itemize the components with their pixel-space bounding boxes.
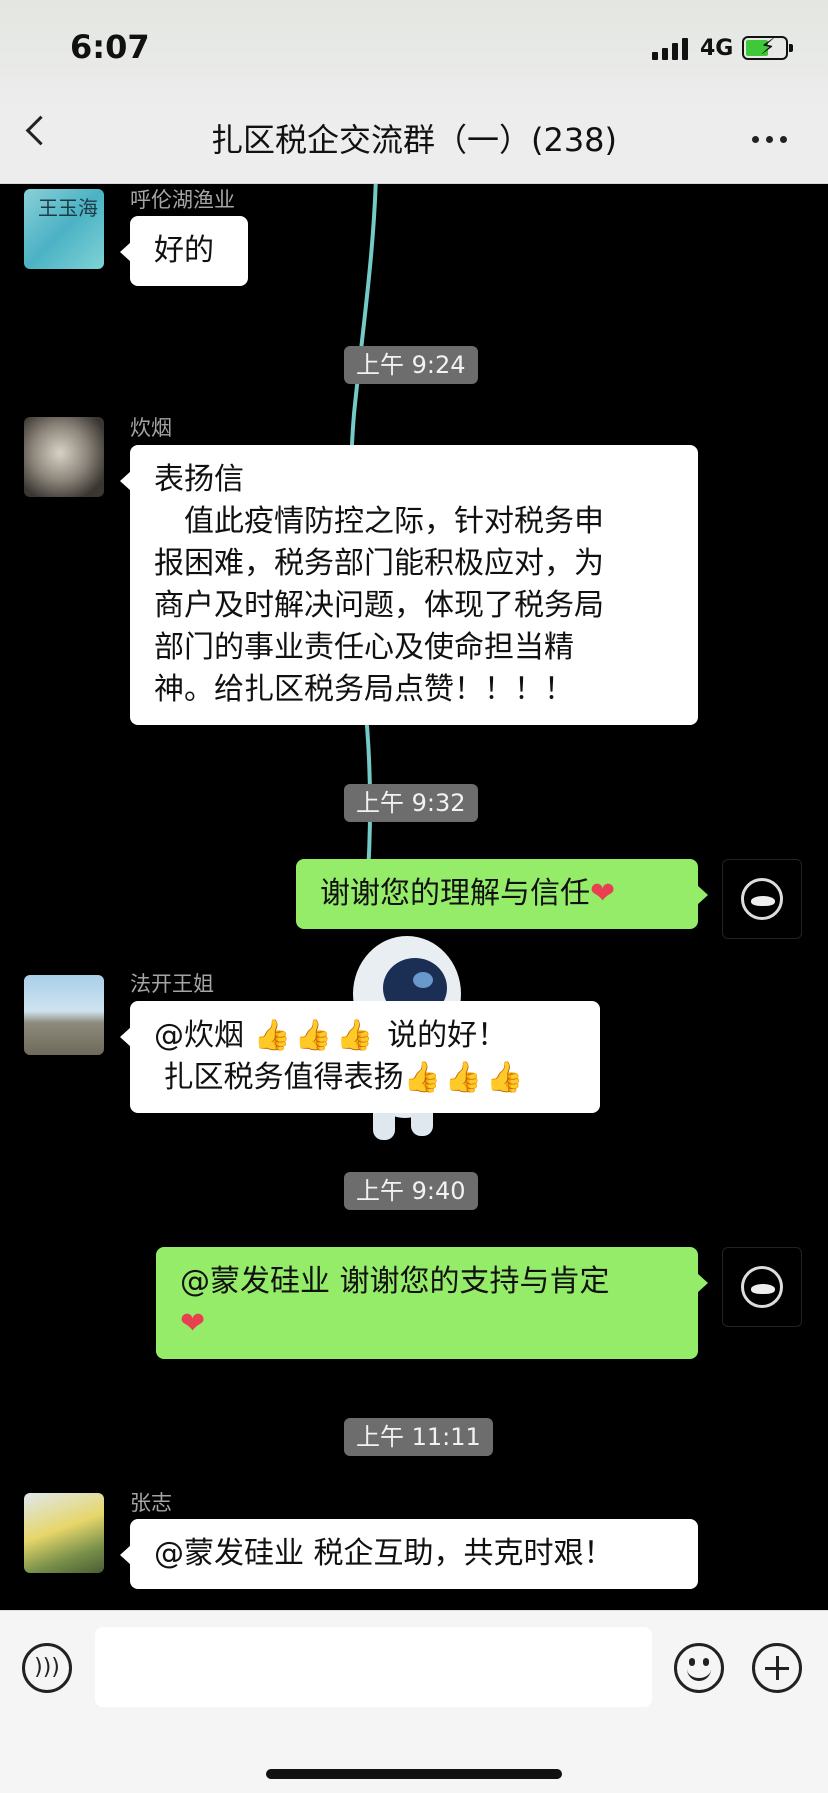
message-bubble[interactable]: @蒙发硅业 税企互助，共克时艰！: [120, 1519, 698, 1589]
mention-text: @炊烟: [154, 1018, 254, 1053]
message-bubble[interactable]: 好的: [120, 216, 248, 286]
timestamp: 上午 9:24: [344, 346, 478, 384]
avatar[interactable]: 王玉海: [24, 189, 104, 269]
message-text: 部门的事业责任心及使命担当精: [154, 630, 574, 665]
timestamp: 上午 11:11: [344, 1418, 493, 1456]
top-header: 6:07 4G ⚡ 扎区税企交流群（一）(238): [0, 0, 828, 184]
message-text: 值此疫情防控之际，针对税务申: [154, 504, 604, 539]
battery-icon: ⚡: [742, 36, 793, 60]
message-text: 表扬信: [154, 462, 244, 497]
my-avatar[interactable]: [722, 859, 802, 939]
chat-area[interactable]: 王玉海 呼伦湖渔业 好的 上午 9:24 炊烟 表扬信 值此疫情防控之际，针对税…: [0, 184, 828, 1610]
avatar[interactable]: [24, 1493, 104, 1573]
avatar-text: 王玉海: [38, 196, 98, 220]
message-text: 好的: [154, 233, 214, 268]
plus-icon[interactable]: [752, 1643, 802, 1693]
sender-name: 张志: [130, 1491, 172, 1515]
thumbs-up-emoji: 👍👍👍: [253, 1018, 378, 1053]
message-bubble[interactable]: 谢谢您的理解与信任❤: [296, 859, 708, 929]
status-time: 6:07: [70, 28, 150, 66]
more-icon[interactable]: [752, 136, 787, 143]
message-bubble[interactable]: @蒙发硅业 谢谢您的支持与肯定 ❤: [156, 1247, 708, 1359]
heart-emoji: ❤: [590, 876, 616, 911]
message-input[interactable]: [95, 1627, 652, 1707]
message-text: 扎区税务值得表扬: [154, 1060, 404, 1095]
my-avatar[interactable]: [722, 1247, 802, 1327]
message-text: 神。给扎区税务局点赞！！！！: [154, 672, 574, 707]
avatar[interactable]: [24, 975, 104, 1055]
message-text: @蒙发硅业 谢谢您的支持与肯定: [180, 1264, 610, 1299]
message-text: 商户及时解决问题，体现了税务局: [154, 588, 604, 623]
heart-emoji: ❤: [180, 1306, 206, 1341]
signal-icon: [652, 38, 688, 60]
network-label: 4G: [700, 36, 734, 61]
sender-name: 炊烟: [130, 416, 172, 440]
timestamp: 上午 9:32: [344, 784, 478, 822]
input-bar: ))): [0, 1610, 828, 1793]
emoji-icon[interactable]: [674, 1643, 724, 1693]
sender-name: 呼伦湖渔业: [130, 188, 235, 212]
sender-name: 法开王姐: [130, 972, 214, 996]
chat-title: 扎区税企交流群（一）(238): [210, 121, 618, 159]
message-text-line: @炊烟 👍👍👍 说的好！: [154, 1015, 576, 1057]
message-bubble[interactable]: 表扬信 值此疫情防控之际，针对税务申 报困难，税务部门能积极应对，为 商户及时解…: [120, 445, 698, 725]
message-text: @蒙发硅业 税企互助，共克时艰！: [154, 1536, 614, 1571]
avatar[interactable]: [24, 417, 104, 497]
message-text: 说的好！: [377, 1018, 508, 1053]
thumbs-up-emoji: 👍👍👍: [403, 1060, 528, 1095]
message-text-line: 扎区税务值得表扬👍👍👍: [154, 1057, 576, 1099]
message-bubble[interactable]: @炊烟 👍👍👍 说的好！ 扎区税务值得表扬👍👍👍: [120, 1001, 600, 1113]
message-text: 谢谢您的理解与信任: [320, 876, 590, 911]
message-text: 报困难，税务部门能积极应对，为: [154, 546, 604, 581]
voice-icon[interactable]: ))): [22, 1643, 72, 1693]
timestamp: 上午 9:40: [344, 1172, 478, 1210]
home-indicator: [266, 1769, 562, 1779]
